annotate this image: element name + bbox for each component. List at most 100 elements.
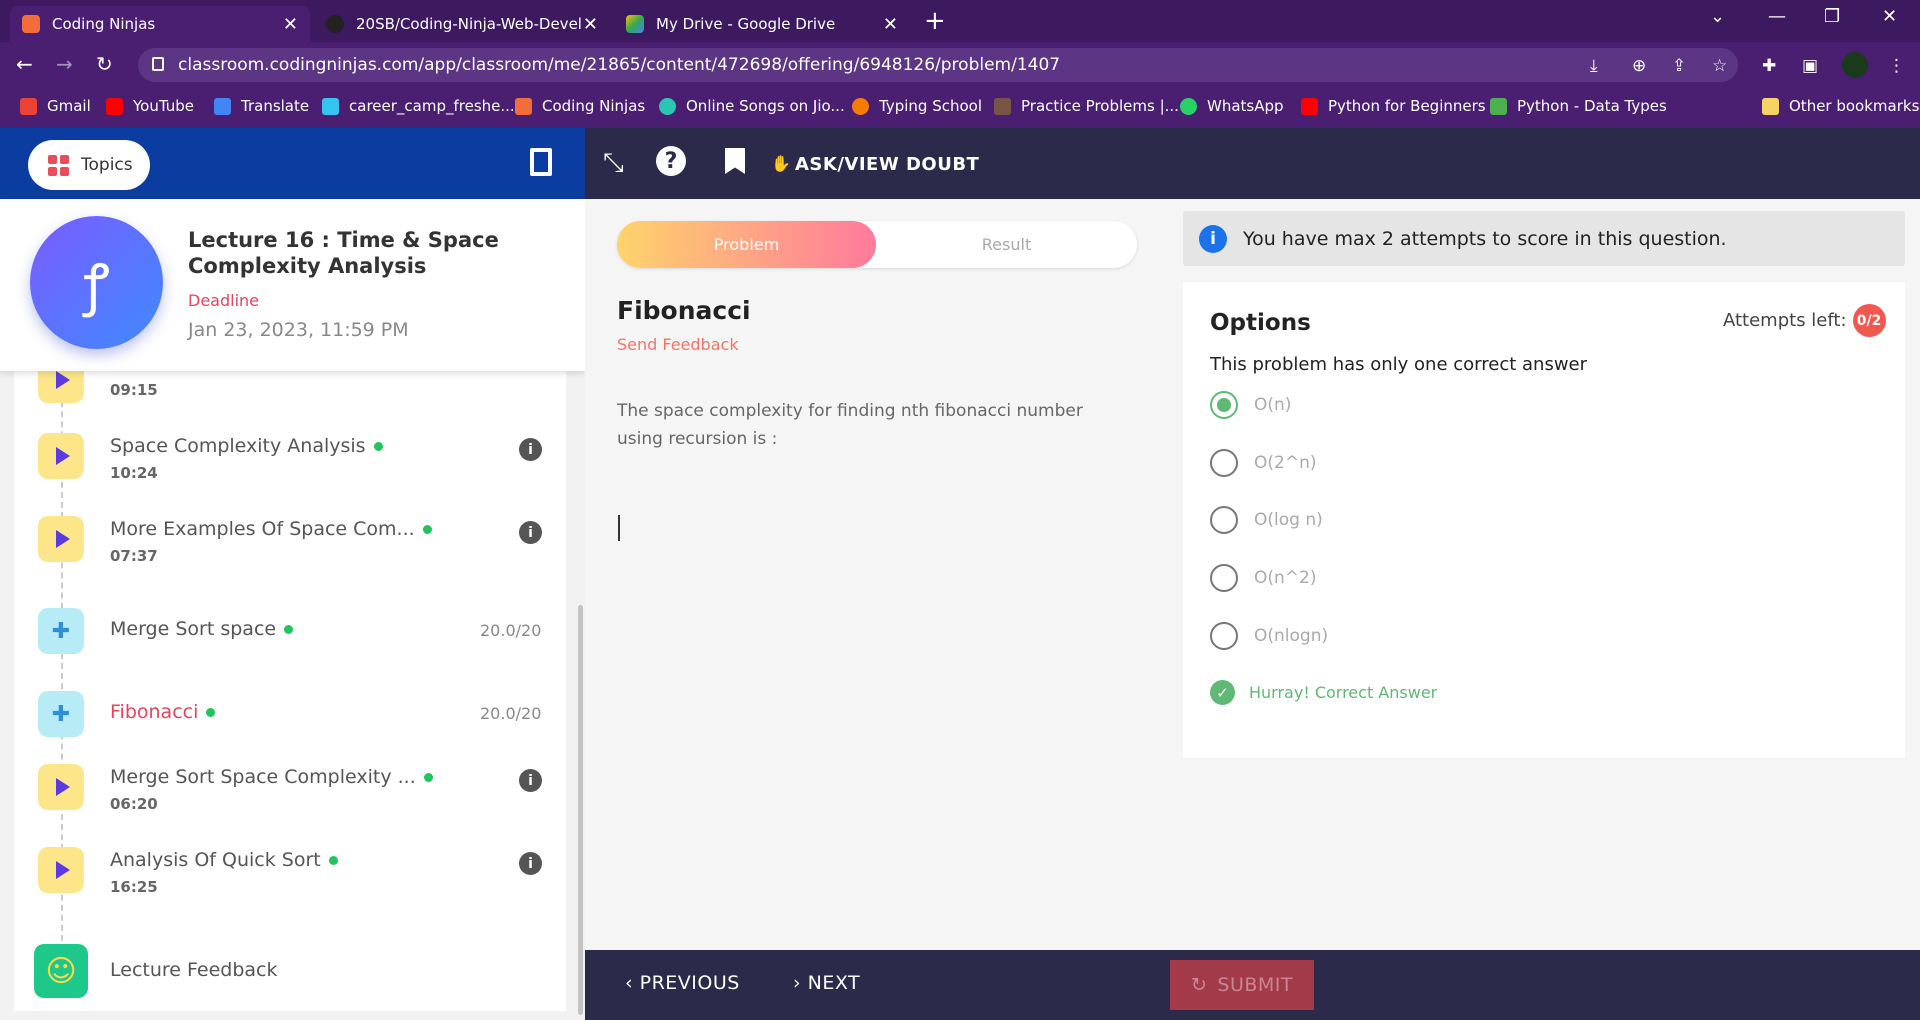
video-play-icon (38, 433, 84, 479)
list-item[interactable]: ✚ Merge Sort space 20.0/20 (14, 586, 566, 656)
list-item[interactable]: Analysis Of Quick Sort 16:25 i (14, 839, 566, 909)
help-icon[interactable]: ? (656, 146, 686, 176)
bookmark-python-data-types[interactable]: Python - Data Types (1490, 88, 1667, 124)
lecture-title: Lecture 16 : Time & Space Complexity Ana… (188, 228, 499, 278)
bookmark-label: Translate (241, 97, 310, 115)
bookmark-python-beginners[interactable]: Python for Beginners (1301, 88, 1486, 124)
new-tab-plus-icon[interactable]: + (924, 6, 946, 36)
forward-arrow-icon[interactable]: → (56, 52, 73, 76)
jiosaavn-icon (659, 97, 676, 115)
option-item[interactable]: O(n^2) (1210, 562, 1710, 594)
info-icon[interactable]: i (519, 438, 542, 461)
profile-avatar[interactable] (1842, 52, 1868, 78)
submit-label: SUBMIT (1217, 974, 1294, 996)
other-bookmarks[interactable]: Other bookmarks (1762, 88, 1919, 124)
item-label: More Examples Of Space Com... (110, 518, 415, 540)
problem-description: The space complexity for finding nth fib… (617, 401, 1083, 449)
bookmark-whatsapp[interactable]: WhatsApp (1180, 88, 1284, 124)
github-favicon-icon (326, 15, 344, 33)
lecture-sidebar: Topics 09:15 Space Complexity Analysis 1… (0, 128, 585, 1020)
radio-button[interactable] (1210, 622, 1238, 650)
info-icon[interactable]: i (519, 769, 542, 792)
bookmark-label: Other bookmarks (1789, 97, 1920, 115)
zoom-icon[interactable]: ⊕ (1632, 56, 1646, 76)
info-icon[interactable]: i (519, 852, 542, 875)
tab-result[interactable]: Result (876, 221, 1137, 268)
bookmark-gmail[interactable]: Gmail (20, 88, 91, 124)
bookmark-youtube[interactable]: YouTube (106, 88, 194, 124)
bookmark-career-camp[interactable]: career_camp_freshe... (322, 88, 515, 124)
bookmark-add-icon[interactable] (725, 148, 745, 174)
item-name: More Examples Of Space Com... (110, 518, 432, 540)
bookmark-translate[interactable]: Translate (214, 88, 309, 124)
address-bar[interactable]: classroom.codingninjas.com/app/classroom… (138, 48, 1738, 82)
topics-button[interactable]: Topics (28, 140, 150, 190)
radio-button[interactable] (1210, 449, 1238, 477)
menu-dots-icon[interactable]: ⋮ (1888, 56, 1905, 76)
tab-github[interactable]: 20SB/Coding-Ninja-Web-Develop ✕ (314, 6, 610, 42)
minimize-icon[interactable]: — (1768, 6, 1786, 27)
bookmark-label: WhatsApp (1207, 97, 1284, 115)
list-item-active[interactable]: ✚ Fibonacci 20.0/20 (14, 669, 566, 739)
info-icon[interactable]: i (519, 521, 542, 544)
option-item[interactable]: O(log n) (1210, 504, 1710, 536)
coding-ninjas-favicon-icon (22, 15, 40, 33)
item-score: 20.0/20 (480, 621, 542, 640)
tab-problem[interactable]: Problem (617, 221, 876, 268)
list-item[interactable]: Space Complexity Analysis 10:24 i (14, 421, 566, 491)
option-label: O(nlogn) (1254, 626, 1329, 646)
list-item[interactable]: Merge Sort Space Complexity ... 06:20 i (14, 756, 566, 826)
attempts-label: Attempts left: (1723, 310, 1847, 331)
install-app-icon[interactable]: ⤓ (1590, 56, 1598, 76)
tab-search-chevron-icon[interactable]: ⌄ (1710, 6, 1725, 27)
bookmark-label: Coding Ninjas (542, 97, 646, 115)
next-button[interactable]: › NEXT (793, 972, 860, 994)
close-tab-icon[interactable]: ✕ (283, 14, 298, 35)
submit-button[interactable]: ↻ SUBMIT (1170, 960, 1314, 1010)
close-tab-icon[interactable]: ✕ (583, 14, 598, 35)
bookmark-typing-school[interactable]: Typing School (852, 88, 982, 124)
option-label: O(log n) (1254, 510, 1323, 530)
option-item[interactable]: O(2^n) (1210, 447, 1710, 479)
ask-doubt-button[interactable]: ASK/VIEW DOUBT (795, 154, 979, 175)
bookmark-label: YouTube (133, 97, 194, 115)
radio-selected[interactable] (1210, 391, 1238, 419)
radio-button[interactable] (1210, 506, 1238, 534)
reload-icon[interactable]: ↻ (96, 52, 113, 76)
check-circle-icon: ✓ (1210, 680, 1235, 705)
item-name: Space Complexity Analysis (110, 435, 383, 457)
previous-button[interactable]: ‹ PREVIOUS (625, 972, 740, 994)
bookmark-jiosaavn[interactable]: Online Songs on Jio... (659, 88, 845, 124)
bookmark-label: Python - Data Types (1517, 97, 1667, 115)
send-feedback-link[interactable]: Send Feedback (617, 335, 739, 354)
tab-google-drive[interactable]: My Drive - Google Drive ✕ (614, 6, 910, 42)
item-name: Merge Sort Space Complexity ... (110, 766, 433, 788)
close-window-icon[interactable]: ✕ (1882, 6, 1897, 27)
option-item[interactable]: O(nlogn) (1210, 620, 1710, 652)
smiley-icon: ☺ (34, 944, 88, 998)
close-tab-icon[interactable]: ✕ (883, 14, 898, 35)
tab-coding-ninjas[interactable]: Coding Ninjas ✕ (10, 6, 310, 42)
bookmark-practice-problems[interactable]: Practice Problems |... (994, 88, 1179, 124)
restore-icon[interactable]: ❐ (1824, 6, 1840, 27)
share-icon[interactable]: ⇪ (1672, 56, 1686, 76)
expand-icon[interactable]: ⤡ (603, 148, 624, 179)
bookmark-star-icon[interactable]: ☆ (1712, 56, 1727, 76)
side-panel-icon[interactable]: ▣ (1802, 56, 1818, 76)
puzzle-icon: ✚ (38, 691, 84, 737)
answer-panel: i You have max 2 attempts to score in th… (1169, 199, 1920, 950)
back-arrow-icon[interactable]: ← (16, 52, 33, 76)
options-card: Options Attempts left: 0/2 This problem … (1183, 282, 1905, 758)
list-item[interactable]: More Examples Of Space Com... 07:37 i (14, 504, 566, 574)
problem-toolbar: ⤡ ? ✋ ASK/VIEW DOUBT (585, 128, 1920, 199)
typing-school-icon (852, 97, 869, 115)
radio-button[interactable] (1210, 564, 1238, 592)
sidebar-scrollbar[interactable] (578, 605, 583, 1015)
list-item[interactable]: ☺ Lecture Feedback (14, 924, 566, 998)
extensions-puzzle-icon[interactable]: ✚ (1762, 56, 1776, 76)
bookmark-coding-ninjas[interactable]: Coding Ninjas (515, 88, 645, 124)
bookmark-label: Typing School (879, 97, 982, 115)
bookmark-icon[interactable] (530, 148, 552, 176)
option-item[interactable]: O(n) (1210, 389, 1710, 421)
slack-icon (322, 97, 339, 115)
